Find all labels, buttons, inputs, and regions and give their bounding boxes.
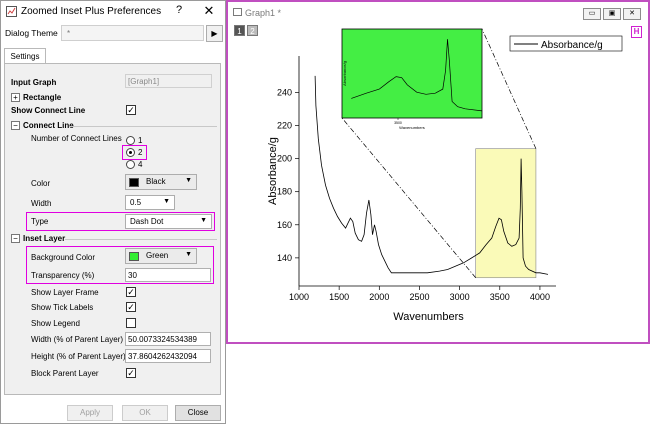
y-tick-label: 240 <box>277 87 292 97</box>
x-tick-label: 4000 <box>530 292 550 302</box>
restore-icon[interactable]: ▣ <box>603 8 621 20</box>
input-graph-label: Input Graph <box>11 78 57 87</box>
preferences-dialog: Zoomed Inset Plus Preferences ? ✕ Dialog… <box>0 0 226 424</box>
color-label: Color <box>31 179 51 188</box>
x-tick-label: 1500 <box>329 292 349 302</box>
y-tick-label: 220 <box>277 120 292 130</box>
chevron-down-icon: ▼ <box>163 198 170 205</box>
chart-area: 1000 1500 2000 2500 3000 3500 4000 140 160 180 200… <box>267 28 623 323</box>
connect-lines-radio-1[interactable] <box>126 136 135 145</box>
graph-window-titlebar[interactable]: Graph1 * ▭ ▣ ✕ <box>228 2 648 22</box>
dialog-theme-label: Dialog Theme <box>5 28 58 38</box>
y-axis-title: Absorbance/g <box>267 137 279 205</box>
input-graph-field[interactable]: [Graph1] <box>125 74 212 88</box>
rectangle-expand-icon[interactable]: + <box>11 93 20 102</box>
width-label: Width <box>31 199 52 208</box>
inset-width-label: Width (% of Parent Layer) <box>31 335 124 344</box>
x-tick-label: 2000 <box>369 292 389 302</box>
inset-width-value: 50.0073324534389 <box>128 335 197 344</box>
connect-line-1 <box>341 117 476 278</box>
highlight-radio-2 <box>122 145 147 160</box>
dialog-theme-field[interactable]: * <box>61 25 204 41</box>
inset-height-value: 37.8604262432094 <box>128 352 197 361</box>
show-connect-line-label: Show Connect Line <box>11 106 86 115</box>
show-legend-label: Show Legend <box>31 319 80 328</box>
y-tick-label: 160 <box>277 220 292 230</box>
chevron-down-icon: ▼ <box>185 251 192 258</box>
transparency-field[interactable]: 30 <box>125 268 211 282</box>
line-type-value: Dash Dot <box>130 217 164 226</box>
inset-width-field[interactable]: 50.0073324534389 <box>125 332 211 346</box>
black-swatch-icon <box>129 178 139 187</box>
line-color-dropdown[interactable]: Black ▼ <box>125 174 197 190</box>
graph-window: Graph1 * ▭ ▣ ✕ 1 2 H 1000 1500 2000 2500 300… <box>226 0 650 344</box>
transparency-label: Transparency (%) <box>31 271 95 280</box>
inset-layer-collapse-icon[interactable]: − <box>11 234 20 243</box>
x-tick-label: 3500 <box>490 292 510 302</box>
x-tick-label: 3000 <box>450 292 470 302</box>
legend-label: Absorbance/g <box>541 40 603 51</box>
green-swatch-icon <box>129 252 139 261</box>
connect-lines-radio-4[interactable] <box>126 160 135 169</box>
show-tick-labels-label: Show Tick Labels <box>31 303 94 312</box>
apply-button[interactable]: Apply <box>67 405 113 421</box>
inset-height-field[interactable]: 37.8604262432094 <box>125 349 211 363</box>
connect-line-divider <box>69 126 217 127</box>
dialog-titlebar[interactable]: Zoomed Inset Plus Preferences ? ✕ <box>1 1 225 23</box>
num-connect-lines-label: Number of Connect Lines <box>31 134 122 143</box>
y-tick-label: 200 <box>277 154 292 164</box>
block-parent-layer-checkbox[interactable]: ✓ <box>126 368 136 378</box>
connect-lines-option-4: 4 <box>138 160 143 169</box>
zoom-rectangle <box>475 148 537 279</box>
ok-button[interactable]: OK <box>122 405 168 421</box>
x-tick-label: 2500 <box>409 292 429 302</box>
show-connect-line-checkbox[interactable]: ✓ <box>126 105 136 115</box>
help-button[interactable]: ? <box>171 4 187 19</box>
tab-settings[interactable]: Settings <box>4 48 46 64</box>
show-legend-checkbox[interactable] <box>126 318 136 328</box>
minimize-icon[interactable]: ▭ <box>583 8 601 20</box>
connect-lines-option-1: 1 <box>138 136 143 145</box>
connect-line-section-label: Connect Line <box>23 121 74 130</box>
x-axis-title: Wavenumbers <box>393 311 464 323</box>
app-icon <box>6 6 17 17</box>
graph-window-title: Graph1 * <box>245 8 282 18</box>
line-type-dropdown[interactable]: Dash Dot ▼ <box>125 214 212 229</box>
theme-menu-button[interactable]: ▶ <box>206 25 223 42</box>
show-layer-frame-label: Show Layer Frame <box>31 288 99 297</box>
show-layer-frame-checkbox[interactable]: ✓ <box>126 287 136 297</box>
rectangle-group-label: Rectangle <box>23 93 62 102</box>
line-width-combo[interactable]: 0.5 ▼ <box>125 195 175 210</box>
input-graph-value: [Graph1] <box>128 77 160 86</box>
line-width-value: 0.5 <box>130 198 142 207</box>
y-tick-label: 180 <box>277 187 292 197</box>
chevron-down-icon: ▼ <box>185 177 192 184</box>
inset-layer-box <box>341 28 483 119</box>
background-color-value: Green <box>146 251 169 260</box>
show-tick-labels-checkbox[interactable]: ✓ <box>126 302 136 312</box>
line-color-value: Black <box>146 177 166 186</box>
dialog-close-button[interactable]: ✕ <box>200 3 218 20</box>
close-button[interactable]: Close <box>175 405 221 421</box>
background-color-dropdown[interactable]: Green ▼ <box>125 248 197 264</box>
graph-window-icon <box>233 8 242 16</box>
inset-y-axis-title: Absorbance/g <box>342 61 347 86</box>
dialog-theme-value: * <box>67 29 71 38</box>
type-label: Type <box>31 217 49 226</box>
inset-layer-divider <box>65 239 217 240</box>
inset-height-label: Height (% of Parent Layer) <box>31 352 126 361</box>
connect-line-collapse-icon[interactable]: − <box>11 121 20 130</box>
close-icon[interactable]: ✕ <box>623 8 641 20</box>
transparency-value: 30 <box>128 271 137 280</box>
block-parent-layer-label: Block Parent Layer <box>31 369 99 378</box>
chevron-down-icon: ▼ <box>200 217 207 224</box>
background-color-label: Background Color <box>31 253 96 262</box>
y-tick-label: 140 <box>277 253 292 263</box>
x-tick-label: 1000 <box>289 292 309 302</box>
inset-x-axis-title: Wavenumbers <box>399 125 425 130</box>
dialog-title: Zoomed Inset Plus Preferences <box>21 6 162 17</box>
inset-layer-section-label: Inset Layer <box>23 234 66 243</box>
